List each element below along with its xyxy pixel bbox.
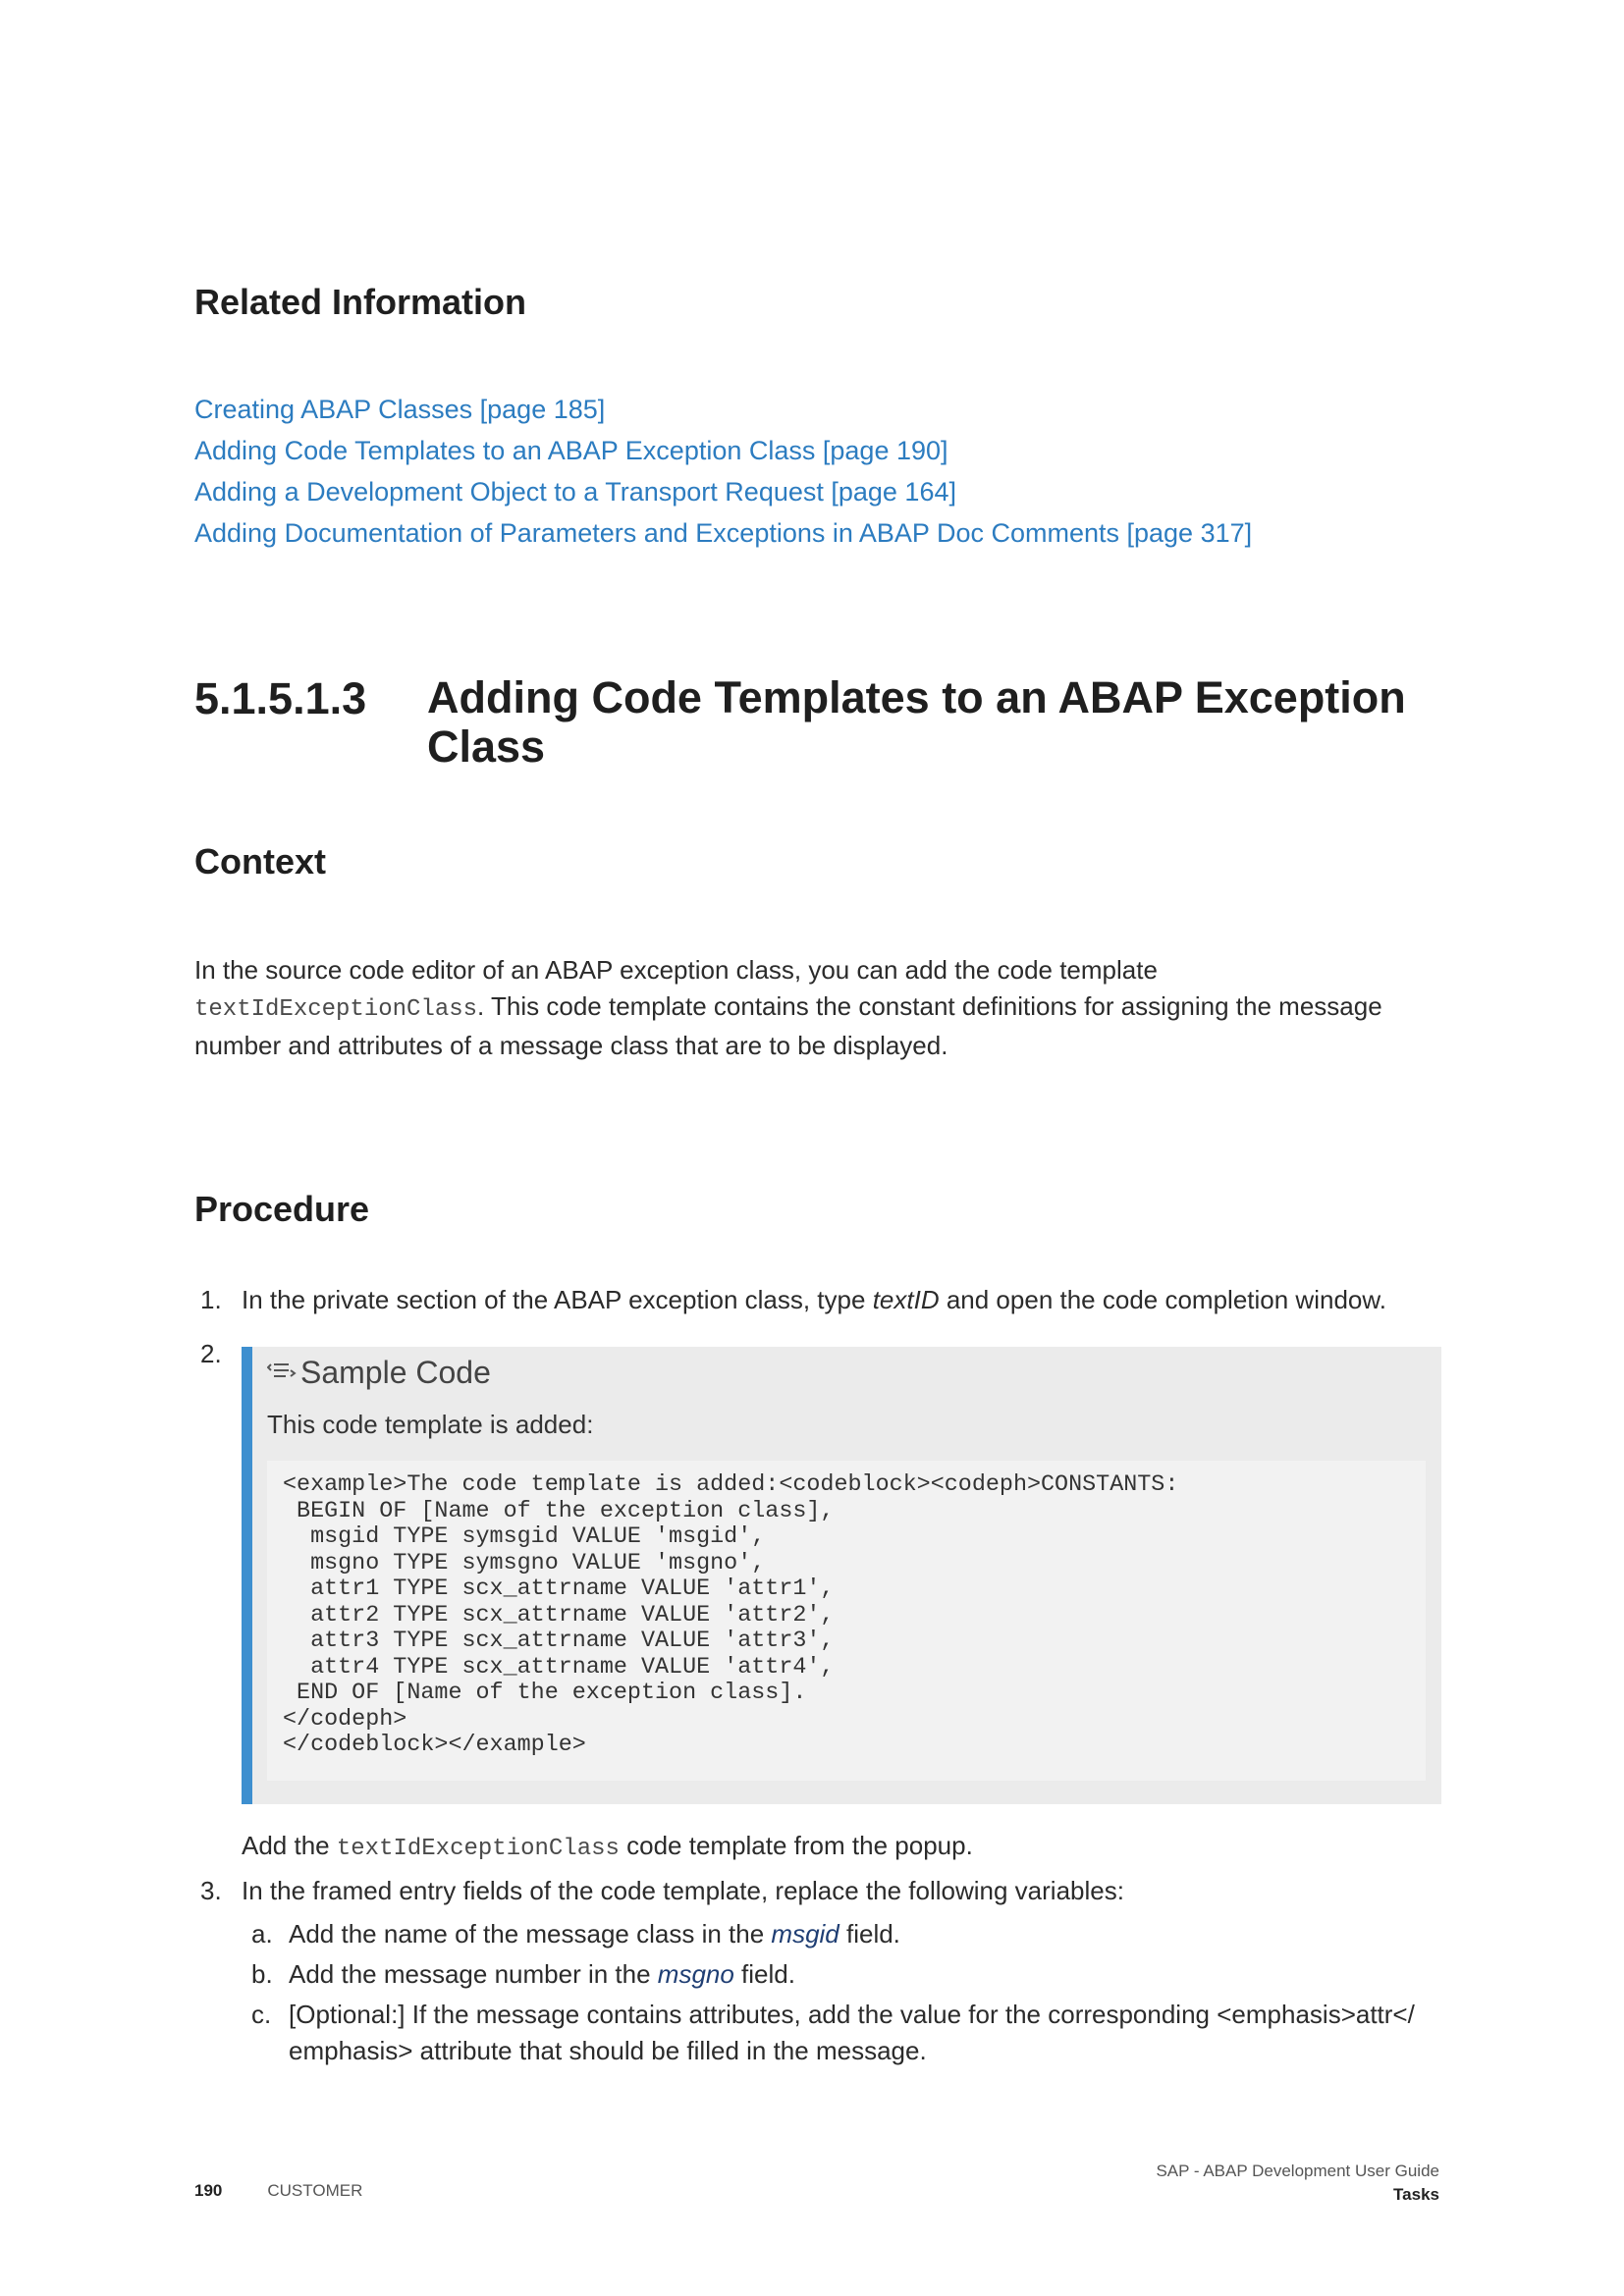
followup-code-term: textIdExceptionClass — [336, 1836, 620, 1862]
step-text-before: In the private section of the ABAP excep… — [242, 1285, 873, 1314]
sample-code-header: Sample Code — [267, 1355, 491, 1391]
substep-letter: a. — [251, 1919, 273, 1949]
footer-label: CUSTOMER — [267, 2181, 363, 2200]
step-text: In the framed entry fields of the code t… — [242, 1876, 1124, 1905]
substep-text-after: field. — [839, 1919, 900, 1949]
step-number: 3. — [200, 1876, 222, 1905]
procedure-heading: Procedure — [194, 1189, 370, 1229]
context-paragraph: In the source code editor of an ABAP exc… — [194, 952, 1422, 1064]
sample-code-description: This code template is added: — [267, 1410, 594, 1439]
link-adding-documentation[interactable]: Adding Documentation of Parameters and E… — [194, 512, 1252, 554]
step-text: In the private section of the ABAP excep… — [242, 1282, 1439, 1318]
related-links-list: Creating ABAP Classes [page 185] Adding … — [194, 389, 1252, 554]
link-creating-abap-classes[interactable]: Creating ABAP Classes [page 185] — [194, 389, 1252, 430]
followup-text-after: code template from the popup. — [619, 1831, 973, 1860]
substep-text-after: field. — [733, 1959, 795, 1989]
context-text-before: In the source code editor of an ABAP exc… — [194, 955, 1158, 985]
substep-text-before: Add the name of the message class in the — [289, 1919, 772, 1949]
footer-section: Tasks — [1393, 2185, 1439, 2204]
page-number: 190 — [194, 2181, 223, 2200]
section-title: Adding Code Templates to an ABAP Excepti… — [427, 672, 1406, 772]
context-code-term: textIdExceptionClass — [194, 996, 478, 1023]
footer-right: SAP - ABAP Development User Guide Tasks — [1156, 2160, 1439, 2207]
substep-text-before: Add the message number in the — [289, 1959, 658, 1989]
footer-doc-title: SAP - ABAP Development User Guide — [1156, 2162, 1439, 2180]
related-information-heading: Related Information — [194, 282, 527, 322]
step-number: 1. — [200, 1285, 222, 1314]
code-block: <example>The code template is added:<cod… — [267, 1461, 1426, 1781]
sample-code-title: Sample Code — [300, 1355, 491, 1390]
sample-code-box: Sample Code This code template is added:… — [242, 1347, 1441, 1804]
substep-letter: c. — [251, 2000, 272, 2029]
link-adding-code-templates[interactable]: Adding Code Templates to an ABAP Excepti… — [194, 430, 1252, 471]
footer-left: 190 CUSTOMER — [194, 2181, 362, 2201]
code-text: <example>The code template is added:<cod… — [283, 1472, 1179, 1758]
step-text-after: and open the code completion window. — [939, 1285, 1386, 1314]
substep-text: Add the message number in the msgno fiel… — [289, 1956, 1437, 1993]
variable-msgno: msgno — [657, 1959, 734, 1989]
step-term: textID — [872, 1285, 940, 1314]
step-number: 2. — [200, 1339, 222, 1368]
followup-text-before: Add the — [242, 1831, 337, 1860]
sample-code-icon — [267, 1363, 297, 1377]
substep-letter: b. — [251, 1959, 273, 1989]
step-2-followup: Add the textIdExceptionClass code templa… — [242, 1828, 973, 1867]
context-heading: Context — [194, 841, 326, 881]
substep-text: [Optional:] If the message contains attr… — [289, 2000, 1415, 2065]
substep-text: Add the name of the message class in the… — [289, 1916, 1437, 1952]
section-number: 5.1.5.1.3 — [194, 673, 367, 723]
link-adding-development-object[interactable]: Adding a Development Object to a Transpo… — [194, 471, 1252, 512]
variable-msgid: msgid — [771, 1919, 839, 1949]
